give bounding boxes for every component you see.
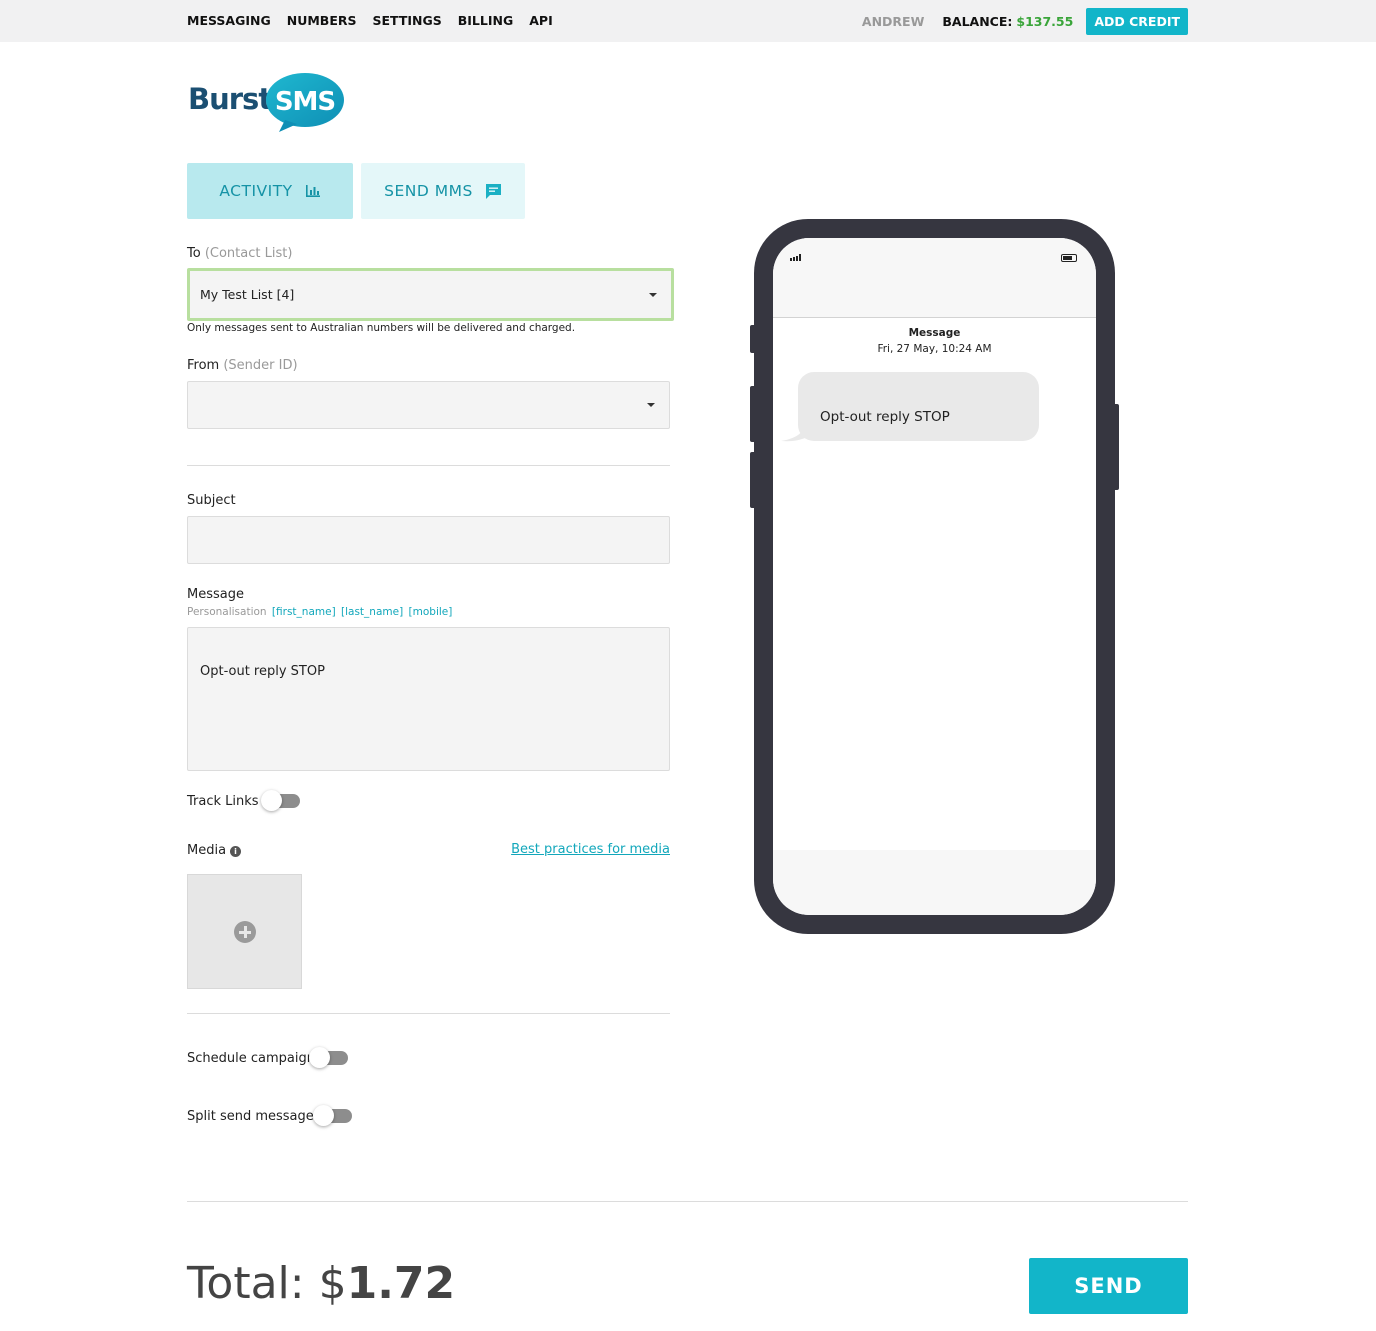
media-label-row: Media i <box>187 843 242 858</box>
schedule-label: Schedule campaign <box>187 1051 315 1066</box>
from-label: From (Sender ID) <box>187 358 298 373</box>
subject-input[interactable] <box>187 516 670 564</box>
best-practices-media-link[interactable]: Best practices for media <box>511 842 670 857</box>
burst-sms-logo[interactable]: Burst SMS <box>187 72 347 136</box>
add-credit-button[interactable]: ADD CREDIT <box>1086 8 1188 35</box>
track-links-toggle[interactable] <box>261 790 300 811</box>
split-send-toggle[interactable] <box>313 1105 352 1126</box>
to-label-text: To <box>187 246 201 261</box>
track-links-label: Track Links <box>187 794 259 809</box>
preview-title: Message <box>908 327 961 339</box>
total-value: 1.72 <box>346 1258 456 1309</box>
info-icon[interactable]: i <box>230 846 242 857</box>
battery-icon <box>1061 254 1077 262</box>
add-media-icon <box>234 921 256 943</box>
total-label: Total: $ <box>187 1258 347 1309</box>
contact-list-value: My Test List [4] <box>200 287 295 302</box>
logo-text-burst: Burst <box>188 82 272 116</box>
bar-chart-icon <box>305 185 320 197</box>
total-price: Total: $1.72 <box>187 1258 455 1309</box>
nav-numbers[interactable]: NUMBERS <box>287 13 357 28</box>
logo-text-sms: SMS <box>275 87 335 117</box>
account-area: ANDREW BALANCE: $137.55 ADD CREDIT <box>862 8 1188 35</box>
personalisation-row: Personalisation [first_name] [last_name]… <box>187 606 452 618</box>
nav-api[interactable]: API <box>529 13 553 28</box>
tag-last-name[interactable]: [last_name] <box>341 606 403 618</box>
signal-icon <box>790 254 801 261</box>
nav-settings[interactable]: SETTINGS <box>372 13 441 28</box>
nav-billing[interactable]: BILLING <box>458 13 513 28</box>
phone-status-area <box>773 238 1096 318</box>
phone-input-area <box>773 850 1096 915</box>
media-upload-box[interactable] <box>187 874 302 989</box>
subject-label: Subject <box>187 493 236 508</box>
message-textarea[interactable]: Opt-out reply STOP <box>187 627 670 771</box>
message-bubble: Opt-out reply STOP <box>798 372 1039 441</box>
to-note: Only messages sent to Australian numbers… <box>187 322 576 334</box>
contact-list-select[interactable]: My Test List [4] <box>187 268 674 321</box>
media-label: Media <box>187 843 227 858</box>
bubble-text: Opt-out reply STOP <box>820 409 950 425</box>
tab-activity-label: ACTIVITY <box>219 182 293 200</box>
tag-first-name[interactable]: [first_name] <box>272 606 336 618</box>
section-divider <box>187 1013 670 1014</box>
toggle-knob <box>313 1105 334 1126</box>
tab-send-mms-label: SEND MMS <box>384 182 473 200</box>
balance-label: BALANCE: <box>942 14 1013 29</box>
chat-icon <box>485 183 501 199</box>
top-nav-bar: MESSAGING NUMBERS SETTINGS BILLING API A… <box>0 0 1376 42</box>
message-value: Opt-out reply STOP <box>200 664 325 679</box>
main-nav: MESSAGING NUMBERS SETTINGS BILLING API <box>187 13 553 28</box>
user-name-link[interactable]: ANDREW <box>862 14 924 29</box>
to-label: To (Contact List) <box>187 246 292 261</box>
preview-timestamp: Fri, 27 May, 10:24 AM <box>877 343 992 355</box>
logo-bubble-icon: SMS <box>266 73 344 132</box>
caret-down-icon <box>647 403 655 407</box>
balance-value: $137.55 <box>1016 14 1074 29</box>
tab-activity[interactable]: ACTIVITY <box>187 163 353 219</box>
message-label: Message <box>187 587 244 602</box>
nav-messaging[interactable]: MESSAGING <box>187 13 271 28</box>
split-send-label: Split send messages <box>187 1109 321 1124</box>
schedule-campaign-toggle[interactable] <box>309 1047 348 1068</box>
tab-send-mms[interactable]: SEND MMS <box>361 163 525 219</box>
caret-down-icon <box>649 293 657 297</box>
sender-id-select[interactable] <box>187 381 670 429</box>
section-divider <box>187 465 670 466</box>
from-label-text: From <box>187 358 220 373</box>
phone-preview: Message Fri, 27 May, 10:24 AM Opt-out re… <box>754 219 1115 934</box>
send-button[interactable]: SEND <box>1029 1258 1188 1314</box>
from-hint: (Sender ID) <box>223 358 298 373</box>
footer-divider <box>187 1201 1188 1202</box>
toggle-knob <box>261 790 282 811</box>
tag-mobile[interactable]: [mobile] <box>409 606 453 618</box>
phone-screen: Message Fri, 27 May, 10:24 AM Opt-out re… <box>773 238 1096 915</box>
to-hint: (Contact List) <box>204 246 293 261</box>
toggle-knob <box>309 1047 330 1068</box>
personalisation-label: Personalisation <box>187 606 267 618</box>
